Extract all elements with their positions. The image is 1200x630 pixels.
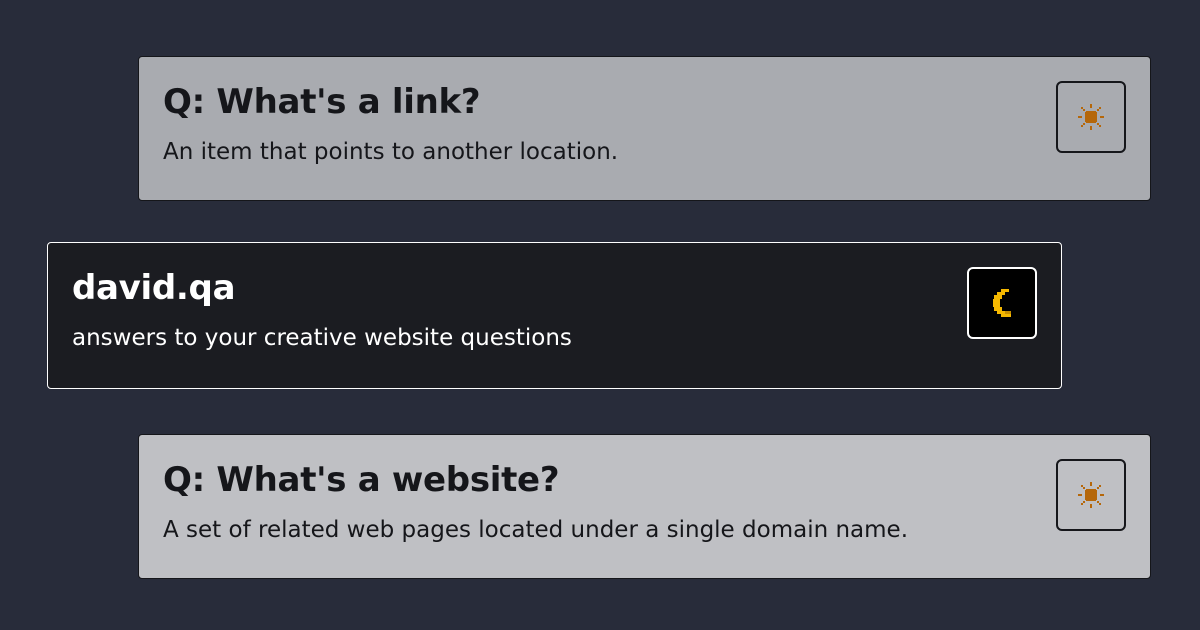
moon-icon xyxy=(987,286,1017,320)
theme-toggle-button[interactable] xyxy=(1056,81,1126,153)
sun-icon xyxy=(1076,102,1106,132)
question-card-website: Q: What's a website? A set of related we… xyxy=(138,434,1151,579)
page: Q: What's a link? An item that points to… xyxy=(0,0,1200,630)
card-description: An item that points to another location. xyxy=(163,139,619,165)
theme-toggle-button[interactable] xyxy=(967,267,1037,339)
card-description: A set of related web pages located under… xyxy=(163,517,909,543)
question-card-link: Q: What's a link? An item that points to… xyxy=(138,56,1151,201)
site-header-card: david.qa answers to your creative websit… xyxy=(47,242,1062,389)
card-title: Q: What's a website? xyxy=(163,460,560,500)
card-title: Q: What's a link? xyxy=(163,82,481,122)
sun-icon xyxy=(1076,480,1106,510)
site-title: david.qa xyxy=(72,268,236,308)
site-tagline: answers to your creative website questio… xyxy=(72,325,572,351)
theme-toggle-button[interactable] xyxy=(1056,459,1126,531)
